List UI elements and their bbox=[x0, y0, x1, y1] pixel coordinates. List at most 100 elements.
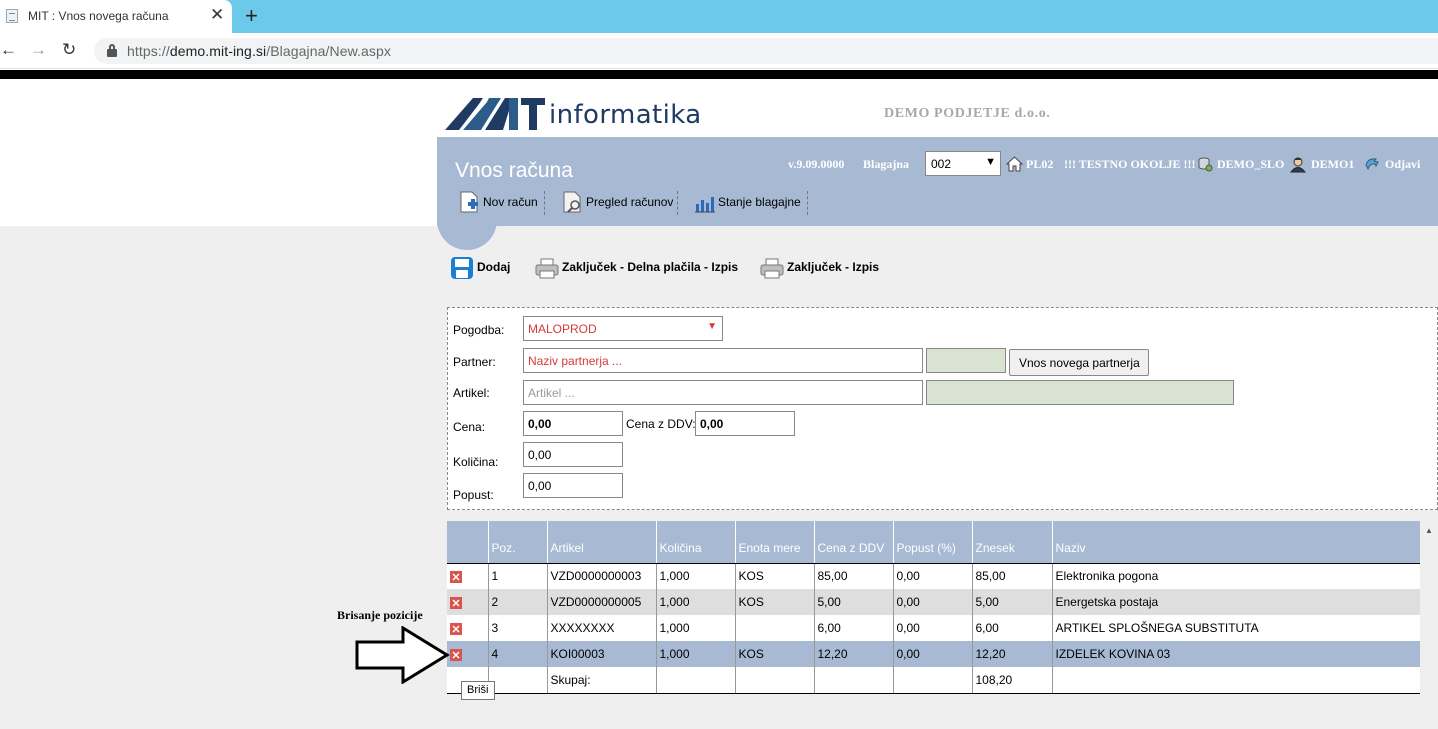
reload-icon[interactable]: ↻ bbox=[62, 40, 76, 60]
partner-code-field bbox=[926, 348, 1006, 373]
close-partial-button[interactable]: Zaključek - Delna plačila - Izpis bbox=[535, 256, 741, 282]
url-field[interactable]: https://demo.mit-ing.si/Blagajna/New.asp… bbox=[94, 38, 1438, 64]
item-cell: VZD0000000003 bbox=[547, 563, 657, 589]
partner-label: Partner: bbox=[453, 355, 496, 369]
add-button-label: Dodaj bbox=[477, 260, 511, 274]
dropdown-arrow-icon: ▼ bbox=[985, 156, 996, 168]
discount-cell: 0,00 bbox=[893, 641, 973, 667]
col-header-qty[interactable]: Količina bbox=[656, 521, 736, 564]
empty-cell bbox=[893, 667, 973, 694]
home-icon[interactable] bbox=[1006, 156, 1023, 172]
arrow-right-icon bbox=[355, 626, 450, 684]
qty-label: Količina: bbox=[453, 455, 499, 469]
scroll-up-icon[interactable]: ▲ bbox=[1425, 526, 1433, 535]
printer-icon bbox=[760, 258, 784, 279]
menu-separator bbox=[677, 191, 678, 215]
unit-cell: KOS bbox=[735, 589, 815, 615]
col-header-pos[interactable]: Poz. bbox=[488, 521, 548, 564]
menu-separator bbox=[544, 191, 545, 215]
price-cell: 5,00 bbox=[814, 589, 894, 615]
price-label: Cena: bbox=[453, 420, 486, 434]
logout-icon[interactable] bbox=[1364, 156, 1380, 172]
tab-close-icon[interactable]: ✕ bbox=[210, 6, 224, 24]
delete-icon[interactable] bbox=[450, 571, 462, 584]
delete-cell[interactable] bbox=[447, 615, 489, 641]
table-total-row: Skupaj: 108,20 bbox=[447, 667, 1420, 694]
price-vat-label: Cena z DDV: bbox=[626, 417, 696, 431]
amount-cell: 85,00 bbox=[972, 563, 1053, 589]
menu-cash-state[interactable]: Stanje blagajne bbox=[694, 190, 804, 216]
logout-link[interactable]: Odjavi bbox=[1385, 157, 1420, 172]
amount-cell: 5,00 bbox=[972, 589, 1053, 615]
menu-invoice-list[interactable]: Pregled računov bbox=[562, 190, 674, 216]
col-header-discount[interactable]: Popust (%) bbox=[893, 521, 973, 564]
item-cell: KOI00003 bbox=[547, 641, 657, 667]
blagajna-value: 002 bbox=[931, 157, 952, 171]
contract-select[interactable]: MALOPROD ▼ bbox=[523, 316, 723, 341]
bar-chart-icon bbox=[695, 197, 715, 213]
browser-tab[interactable]: MIT : Vnos novega računa ✕ bbox=[0, 0, 232, 33]
add-button[interactable]: Dodaj bbox=[450, 256, 514, 282]
delete-cell[interactable] bbox=[447, 589, 489, 615]
mit-logo: informatika bbox=[443, 92, 701, 134]
table-row-selected[interactable]: 4 KOI00003 1,000 KOS 12,20 0,00 12,20 IZ… bbox=[447, 641, 1420, 667]
new-tab-icon[interactable]: + bbox=[245, 3, 258, 29]
menu-new-invoice[interactable]: Nov račun bbox=[459, 190, 541, 216]
discount-cell: 0,00 bbox=[893, 615, 973, 641]
qty-input[interactable]: 0,00 bbox=[523, 442, 623, 467]
unit-cell bbox=[735, 615, 815, 641]
price-cell: 6,00 bbox=[814, 615, 894, 641]
pos-cell: 1 bbox=[488, 563, 548, 589]
empty-cell bbox=[656, 667, 736, 694]
price-input[interactable]: 0,00 bbox=[523, 411, 623, 436]
delete-tooltip: Briši bbox=[461, 681, 495, 700]
col-header-delete bbox=[447, 521, 489, 564]
total-value: 108,20 bbox=[972, 667, 1053, 694]
qty-cell: 1,000 bbox=[656, 563, 736, 589]
col-header-name[interactable]: Naziv bbox=[1052, 521, 1420, 564]
col-header-item[interactable]: Artikel bbox=[547, 521, 657, 564]
page-title: Vnos računa bbox=[455, 159, 573, 182]
user-icon bbox=[1289, 157, 1307, 173]
table-row[interactable]: 2 VZD0000000005 1,000 KOS 5,00 0,00 5,00… bbox=[447, 589, 1420, 615]
delete-cell[interactable] bbox=[447, 641, 489, 667]
col-header-price[interactable]: Cena z DDV bbox=[814, 521, 894, 564]
delete-icon[interactable] bbox=[450, 596, 462, 609]
back-icon[interactable]: ← bbox=[0, 40, 17, 60]
delete-icon[interactable] bbox=[450, 622, 462, 635]
close-print-button[interactable]: Zaključek - Izpis bbox=[760, 256, 882, 282]
new-partner-button[interactable]: Vnos novega partnerja bbox=[1009, 349, 1149, 376]
company-name: DEMO PODJETJE d.o.o. bbox=[884, 106, 1051, 121]
item-input[interactable]: Artikel ... bbox=[523, 380, 923, 405]
item-name-field bbox=[926, 380, 1234, 405]
qty-cell: 1,000 bbox=[656, 615, 736, 641]
item-cell: VZD0000000005 bbox=[547, 589, 657, 615]
black-bar bbox=[0, 70, 1438, 79]
col-header-amount[interactable]: Znesek bbox=[972, 521, 1053, 564]
close-partial-label: Zaključek - Delna plačila - Izpis bbox=[562, 260, 739, 274]
table-row[interactable]: 1 VZD0000000003 1,000 KOS 85,00 0,00 85,… bbox=[447, 563, 1420, 589]
location-label[interactable]: PL02 bbox=[1026, 157, 1053, 172]
version-label: v.9.09.0000 bbox=[788, 157, 845, 171]
pos-cell: 4 bbox=[488, 641, 548, 667]
new-document-icon bbox=[460, 191, 478, 213]
empty-cell bbox=[735, 667, 815, 694]
database-label[interactable]: DEMO_SLO bbox=[1217, 157, 1284, 172]
discount-cell: 0,00 bbox=[893, 563, 973, 589]
database-icon bbox=[1198, 157, 1213, 172]
partner-input[interactable]: Naziv partnerja ... bbox=[523, 348, 923, 373]
blagajna-select[interactable]: 002 ▼ bbox=[925, 151, 1001, 176]
forward-icon[interactable]: → bbox=[30, 40, 47, 60]
delete-icon[interactable] bbox=[450, 648, 462, 661]
mit-logo-mark bbox=[445, 98, 545, 130]
user-label[interactable]: DEMO1 bbox=[1311, 157, 1354, 172]
col-header-unit[interactable]: Enota mere bbox=[735, 521, 815, 564]
name-cell: Energetska postaja bbox=[1052, 589, 1420, 615]
discount-input[interactable]: 0,00 bbox=[523, 473, 623, 498]
price-vat-input[interactable]: 0,00 bbox=[695, 411, 795, 436]
delete-cell[interactable] bbox=[447, 563, 489, 589]
name-cell: IZDELEK KOVINA 03 bbox=[1052, 641, 1420, 667]
table-row[interactable]: 3 XXXXXXXX 1,000 6,00 0,00 6,00 ARTIKEL … bbox=[447, 615, 1420, 641]
menu-cash-state-label: Stanje blagajne bbox=[718, 195, 801, 209]
page-icon bbox=[6, 9, 18, 23]
